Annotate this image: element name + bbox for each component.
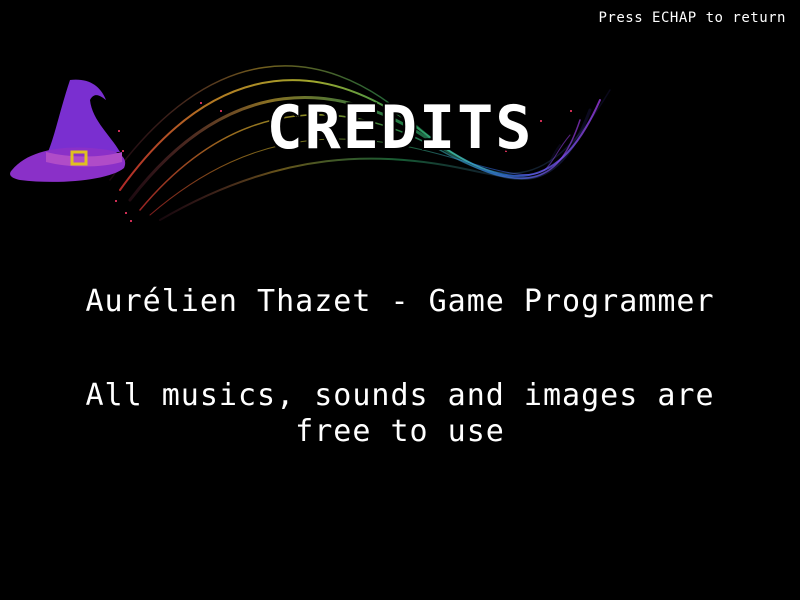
wizard-hat-icon	[10, 79, 126, 182]
assets-note-line-2: free to use	[295, 414, 505, 449]
credits-screen: Press ECHAP to return CREDITS Aurélien T…	[0, 0, 800, 600]
author-credit: Aurélien Thazet - Game Programmer	[85, 284, 715, 319]
return-hint: Press ECHAP to return	[598, 10, 786, 26]
assets-note-line-1: All musics, sounds and images are	[85, 378, 715, 413]
page-title: CREDITS	[266, 93, 534, 163]
